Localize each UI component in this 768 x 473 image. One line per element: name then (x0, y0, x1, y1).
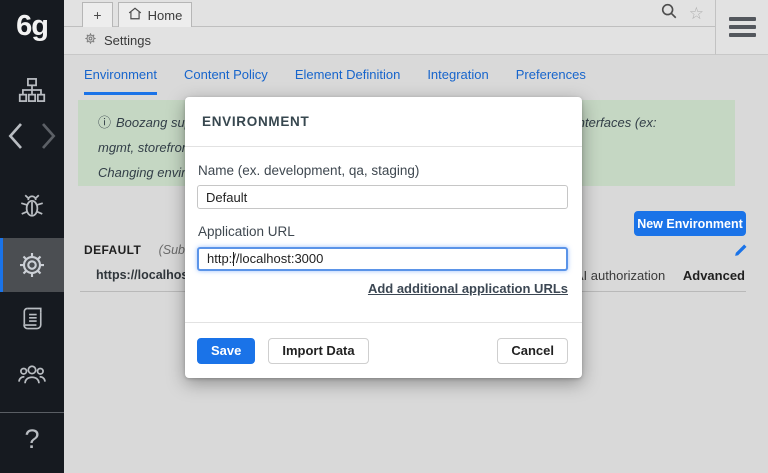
sitemap-icon (18, 76, 46, 104)
import-data-button[interactable]: Import Data (268, 337, 369, 364)
sidebar-item-help[interactable]: ? (0, 424, 64, 455)
tab-element-definition[interactable]: Element Definition (295, 60, 401, 95)
gear-icon (17, 250, 47, 280)
application-url-input[interactable]: http://localhost:3000 (197, 247, 568, 271)
sidebar-item-project-tree[interactable] (0, 76, 64, 104)
application-url-value: http://localhost:3000 (207, 251, 324, 266)
environment-modal: ENVIRONMENT Name (ex. development, qa, s… (185, 97, 582, 378)
sidebar-item-settings[interactable] (0, 238, 64, 292)
chevron-left-icon[interactable] (5, 120, 29, 152)
sidebar-item-debug[interactable] (0, 192, 64, 220)
chevron-right-icon[interactable] (35, 120, 59, 152)
modal-title: ENVIRONMENT (202, 114, 310, 129)
settings-tabs: Environment Content Policy Element Defin… (84, 60, 586, 95)
question-icon: ? (24, 424, 40, 454)
environment-name: DEFAULT (84, 243, 142, 257)
info-icon: ⓘ (98, 115, 112, 130)
environment-name-input[interactable] (197, 185, 568, 209)
tab-strip-actions: ☆ (660, 0, 704, 27)
text-caret (233, 252, 234, 266)
browser-tab-strip: + Home ☆ (64, 0, 715, 27)
app-root: 6g ? + Home ☆ Settings Environment Conte… (0, 0, 768, 473)
modal-footer: Save Import Data Cancel (185, 322, 582, 378)
new-environment-button[interactable]: New Environment (634, 211, 746, 236)
cancel-button[interactable]: Cancel (497, 337, 568, 364)
save-button[interactable]: Save (197, 337, 256, 364)
tab-environment[interactable]: Environment (84, 60, 157, 95)
tab-home-label: Home (147, 7, 183, 23)
gear-small-icon (84, 32, 97, 50)
edit-environment-icon[interactable] (733, 243, 748, 263)
tab-content-policy[interactable]: Content Policy (184, 60, 268, 95)
tab-home[interactable]: Home (118, 2, 192, 27)
boozang-logo: 6g (16, 10, 49, 42)
advanced-link[interactable]: Advanced (683, 268, 745, 283)
hamburger-menu-icon[interactable] (728, 17, 756, 37)
settings-breadcrumb-bar: Settings (64, 27, 715, 55)
new-tab-button[interactable]: + (82, 2, 113, 27)
menu-zone (715, 0, 768, 55)
modal-header: ENVIRONMENT (185, 97, 582, 147)
bug-icon (18, 192, 46, 220)
sidebar-item-script-log[interactable] (0, 305, 64, 333)
add-application-urls-link[interactable]: Add additional application URLs (368, 281, 568, 296)
sidebar-nav-arrows (0, 120, 64, 152)
scroll-icon (18, 305, 46, 333)
home-icon (128, 7, 142, 23)
name-field-label: Name (ex. development, qa, staging) (198, 163, 420, 178)
tab-preferences[interactable]: Preferences (516, 60, 586, 95)
application-url-label: Application URL (198, 224, 295, 239)
search-icon[interactable] (660, 2, 678, 25)
tab-integration[interactable]: Integration (427, 60, 488, 95)
star-icon[interactable]: ☆ (689, 5, 704, 22)
settings-breadcrumb-label: Settings (104, 33, 151, 48)
people-icon (17, 360, 47, 388)
sidebar: 6g ? (0, 0, 64, 473)
sidebar-divider (0, 412, 64, 413)
sidebar-item-users[interactable] (0, 360, 64, 388)
